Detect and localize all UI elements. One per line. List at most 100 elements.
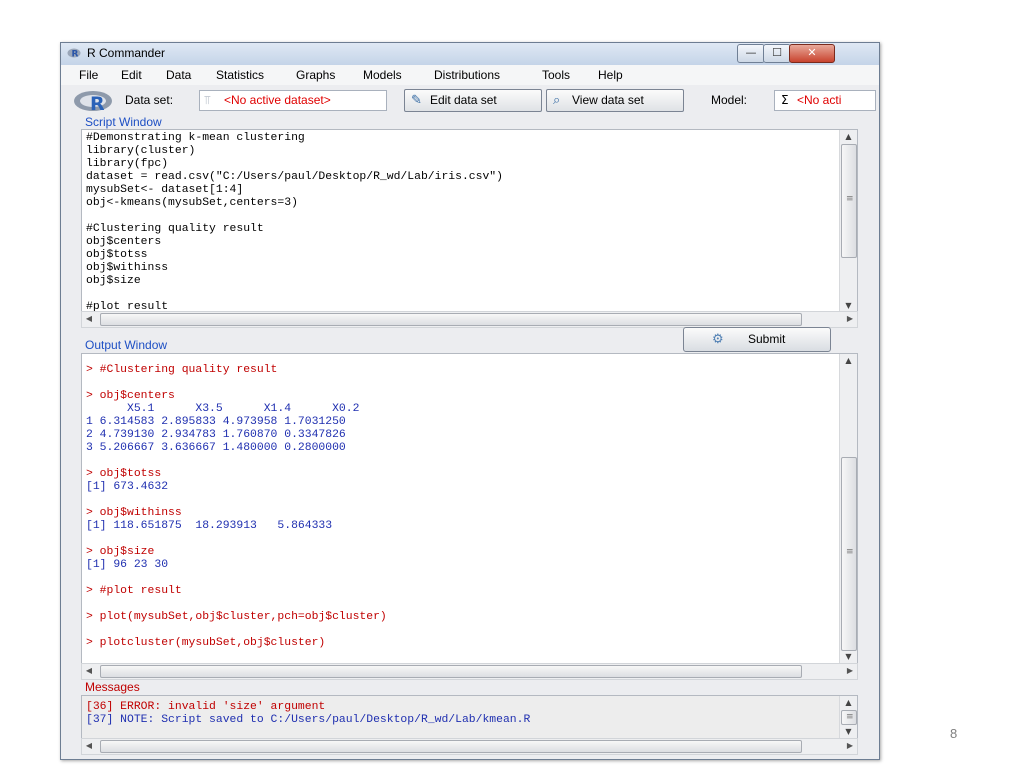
- r-logo-icon: R: [67, 48, 81, 59]
- scroll-thumb[interactable]: ≡: [841, 457, 857, 651]
- scroll-right-icon[interactable]: ▶: [843, 664, 857, 678]
- script-line[interactable]: obj$totss: [86, 249, 503, 262]
- svg-text:R: R: [90, 93, 105, 113]
- active-model-field[interactable]: Σ <No acti: [774, 90, 876, 111]
- submit-label: Submit: [748, 332, 786, 346]
- scroll-down-icon[interactable]: ▼: [840, 725, 857, 739]
- dataset-label: Data set:: [125, 93, 174, 107]
- magnifier-icon: ⌕: [553, 92, 561, 107]
- messages-vertical-scrollbar[interactable]: ▲ ≡ ▼: [839, 696, 857, 739]
- minimize-button[interactable]: —: [737, 44, 765, 63]
- scroll-right-icon[interactable]: ▶: [843, 312, 857, 326]
- script-line[interactable]: #Clustering quality result: [86, 223, 503, 236]
- menu-models[interactable]: Models: [363, 68, 402, 82]
- messages-pane[interactable]: [36] ERROR: invalid 'size' argument [37] …: [81, 695, 858, 740]
- messages-horizontal-scrollbar[interactable]: ◀ ▶: [81, 738, 858, 755]
- toolbar: R Data set: ⫪ <No active dataset> ✎ Edit…: [61, 85, 879, 115]
- script-line[interactable]: library(cluster): [86, 145, 503, 158]
- menu-file[interactable]: File: [79, 68, 98, 82]
- table-icon: ⫪: [204, 93, 211, 107]
- scroll-down-icon[interactable]: ▼: [840, 650, 857, 664]
- menu-bar: File Edit Data Statistics Graphs Models …: [61, 65, 879, 85]
- script-line[interactable]: obj<-kmeans(mysubSet,centers=3): [86, 197, 503, 210]
- output-line: [1] 96 23 30: [86, 559, 169, 571]
- view-data-set-label: View data set: [572, 93, 644, 107]
- menu-tools[interactable]: Tools: [542, 68, 570, 82]
- script-line[interactable]: mysubSet<- dataset[1:4]: [86, 184, 503, 197]
- menu-data[interactable]: Data: [166, 68, 191, 82]
- scroll-thumb[interactable]: [100, 313, 802, 326]
- script-editor[interactable]: #Demonstrating k-mean clustering library(…: [81, 129, 858, 314]
- view-data-set-button[interactable]: ⌕ View data set: [546, 89, 684, 112]
- output-line: > obj$totss: [86, 468, 162, 480]
- messages-text[interactable]: [36] ERROR: invalid 'size' argument [37] …: [86, 701, 530, 727]
- model-label: Model:: [711, 93, 748, 107]
- scroll-up-icon[interactable]: ▲: [840, 354, 857, 368]
- scroll-up-icon[interactable]: ▲: [840, 696, 857, 710]
- scroll-thumb[interactable]: [100, 665, 802, 678]
- output-line: 2 4.739130 2.934783 1.760870 0.3347826: [86, 429, 346, 441]
- menu-distributions[interactable]: Distributions: [434, 68, 500, 82]
- menu-statistics[interactable]: Statistics: [216, 68, 264, 82]
- output-pane[interactable]: > #Clustering quality result > obj$cente…: [81, 353, 858, 665]
- scroll-thumb[interactable]: ≡: [841, 144, 857, 258]
- script-line[interactable]: obj$size: [86, 275, 503, 288]
- scroll-thumb[interactable]: ≡: [841, 710, 857, 725]
- script-line[interactable]: obj$withinss: [86, 262, 503, 275]
- scroll-left-icon[interactable]: ◀: [82, 739, 96, 753]
- grip-icon: ≡: [846, 712, 854, 722]
- script-text[interactable]: #Demonstrating k-mean clustering library(…: [86, 132, 503, 313]
- output-line: X5.1 X3.5 X1.4 X0.2: [86, 403, 360, 415]
- message-line: [37] NOTE: Script saved to C:/Users/paul…: [86, 714, 531, 726]
- output-horizontal-scrollbar[interactable]: ◀ ▶: [81, 663, 858, 680]
- menu-help[interactable]: Help: [598, 68, 623, 82]
- pencil-icon: ✎: [411, 92, 422, 107]
- output-line: > obj$size: [86, 546, 155, 558]
- script-line[interactable]: [86, 210, 503, 223]
- r-logo-icon: R: [74, 91, 112, 113]
- script-line[interactable]: library(fpc): [86, 158, 503, 171]
- sigma-icon: Σ: [781, 93, 789, 107]
- slide-number: 8: [950, 726, 958, 741]
- title-bar[interactable]: R R Commander — ☐ ✕: [61, 43, 879, 65]
- output-line: 1 6.314583 2.895833 4.973958 1.7031250: [86, 416, 346, 428]
- script-line[interactable]: dataset = read.csv("C:/Users/paul/Deskto…: [86, 171, 503, 184]
- active-model-value: <No acti: [797, 93, 842, 107]
- output-line: > #plot result: [86, 585, 182, 597]
- scroll-thumb[interactable]: [100, 740, 802, 753]
- output-text[interactable]: > #Clustering quality result > obj$cente…: [86, 364, 387, 650]
- output-vertical-scrollbar[interactable]: ▲ ≡ ▼: [839, 354, 857, 664]
- output-line: 3 5.206667 3.636667 1.480000 0.2800000: [86, 442, 346, 454]
- script-line[interactable]: #Demonstrating k-mean clustering: [86, 132, 503, 145]
- edit-data-set-label: Edit data set: [430, 93, 497, 107]
- scroll-left-icon[interactable]: ◀: [82, 312, 96, 326]
- gears-icon: ⚙: [712, 331, 724, 346]
- maximize-button[interactable]: ☐: [763, 44, 791, 63]
- script-line[interactable]: obj$centers: [86, 236, 503, 249]
- output-line: > plotcluster(mysubSet,obj$cluster): [86, 637, 326, 649]
- output-line: > plot(mysubSet,obj$cluster,pch=obj$clus…: [86, 611, 387, 623]
- output-line: > obj$centers: [86, 390, 175, 402]
- active-dataset-field[interactable]: ⫪ <No active dataset>: [199, 90, 387, 111]
- scroll-right-icon[interactable]: ▶: [843, 739, 857, 753]
- scroll-up-icon[interactable]: ▲: [840, 130, 857, 144]
- script-line[interactable]: [86, 288, 503, 301]
- menu-graphs[interactable]: Graphs: [296, 68, 335, 82]
- grip-icon: ≡: [846, 194, 854, 204]
- submit-button[interactable]: ⚙ Submit: [683, 327, 831, 352]
- output-window-label: Output Window: [85, 338, 168, 352]
- output-line: > #Clustering quality result: [86, 364, 278, 376]
- window-title: R Commander: [87, 46, 166, 60]
- script-horizontal-scrollbar[interactable]: ◀ ▶: [81, 311, 858, 328]
- edit-data-set-button[interactable]: ✎ Edit data set: [404, 89, 542, 112]
- close-button[interactable]: ✕: [789, 44, 835, 63]
- script-window-label: Script Window: [85, 115, 162, 129]
- scroll-left-icon[interactable]: ◀: [82, 664, 96, 678]
- menu-edit[interactable]: Edit: [121, 68, 142, 82]
- active-dataset-value: <No active dataset>: [224, 93, 331, 107]
- script-vertical-scrollbar[interactable]: ▲ ≡ ▼: [839, 130, 857, 313]
